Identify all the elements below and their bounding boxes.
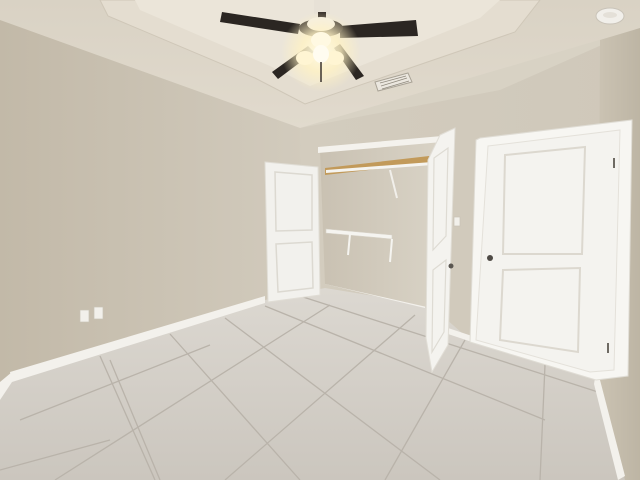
entry-door[interactable]	[469, 119, 633, 381]
door-knob-icon[interactable]	[487, 255, 493, 261]
closet-door[interactable]	[264, 161, 321, 303]
ceiling-light-icon	[281, 12, 361, 92]
bedroom-illustration	[0, 0, 640, 480]
open-closet	[318, 136, 442, 310]
smoke-detector-icon	[595, 7, 625, 25]
bedroom-scene	[0, 0, 640, 480]
door-knob-icon[interactable]	[448, 263, 454, 269]
